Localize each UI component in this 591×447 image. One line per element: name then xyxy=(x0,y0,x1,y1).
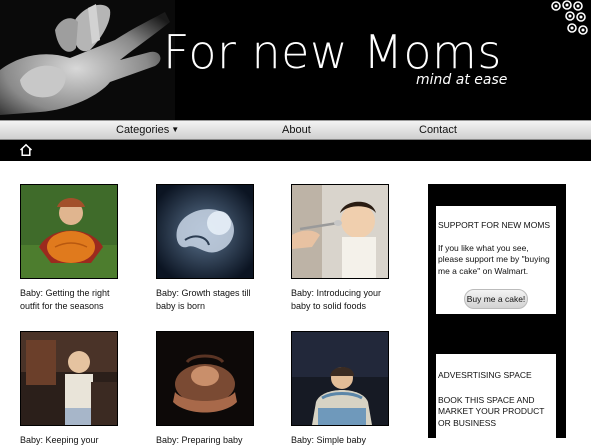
ultrasound-photo[interactable] xyxy=(156,184,254,279)
sidebar: SUPPORT FOR NEW MOMS If you like what yo… xyxy=(428,184,566,438)
advertising-widget-title: ADVESRTISING SPACE xyxy=(438,370,532,380)
site-header: For new Moms mind at ease xyxy=(0,0,591,120)
support-widget-title: SUPPORT FOR NEW MOMS xyxy=(438,220,551,230)
home-icon[interactable] xyxy=(19,143,33,157)
site-tagline: mind at ease xyxy=(416,72,508,88)
baby-pumpkin-photo[interactable] xyxy=(20,184,118,279)
post-card[interactable]: Baby: Keeping your xyxy=(20,331,130,447)
post-card[interactable]: Baby: Introducing your baby to solid foo… xyxy=(291,184,401,312)
mother-carrying-baby-photo[interactable] xyxy=(291,331,389,426)
post-card[interactable]: Baby: Simple baby xyxy=(291,331,401,447)
support-widget: SUPPORT FOR NEW MOMS If you like what yo… xyxy=(436,206,556,314)
baby-spoon-feeding-photo[interactable] xyxy=(291,184,389,279)
advertising-widget: ADVESRTISING SPACE BOOK THIS SPACE AND M… xyxy=(436,354,556,438)
post-title[interactable]: Baby: Preparing baby xyxy=(156,434,258,447)
post-card[interactable]: Baby: Growth stages till baby is born xyxy=(156,184,266,312)
nav-categories-dropdown[interactable]: Categories ▼ xyxy=(116,124,179,136)
post-title[interactable]: Baby: Introducing your baby to solid foo… xyxy=(291,287,393,312)
nav-about-link[interactable]: About xyxy=(282,124,311,136)
home-bar xyxy=(0,140,591,161)
support-widget-text: If you like what you see, please support… xyxy=(438,242,550,276)
logo-dots-icon xyxy=(551,0,588,35)
main-nav: Categories ▼ About Contact xyxy=(0,120,591,140)
nav-categories-label: Categories xyxy=(116,124,170,136)
toddler-bedroom-photo[interactable] xyxy=(20,331,118,426)
advertising-widget-text: BOOK THIS SPACE AND MARKET YOUR PRODUCT … xyxy=(438,394,545,428)
post-title[interactable]: Baby: Simple baby xyxy=(291,434,393,447)
post-title[interactable]: Baby: Getting the right outfit for the s… xyxy=(20,287,122,312)
post-title[interactable]: Baby: Keeping your xyxy=(20,434,122,447)
post-card[interactable]: Baby: Preparing baby xyxy=(156,331,266,447)
hands-baby-photo[interactable] xyxy=(156,331,254,426)
hands-banner-image xyxy=(0,0,175,120)
caret-down-icon: ▼ xyxy=(171,125,180,134)
buy-me-a-cake-button[interactable]: Buy me a cake! xyxy=(464,289,528,309)
post-card[interactable]: Baby: Getting the right outfit for the s… xyxy=(20,184,130,312)
post-title[interactable]: Baby: Growth stages till baby is born xyxy=(156,287,258,312)
nav-contact-link[interactable]: Contact xyxy=(419,124,457,136)
